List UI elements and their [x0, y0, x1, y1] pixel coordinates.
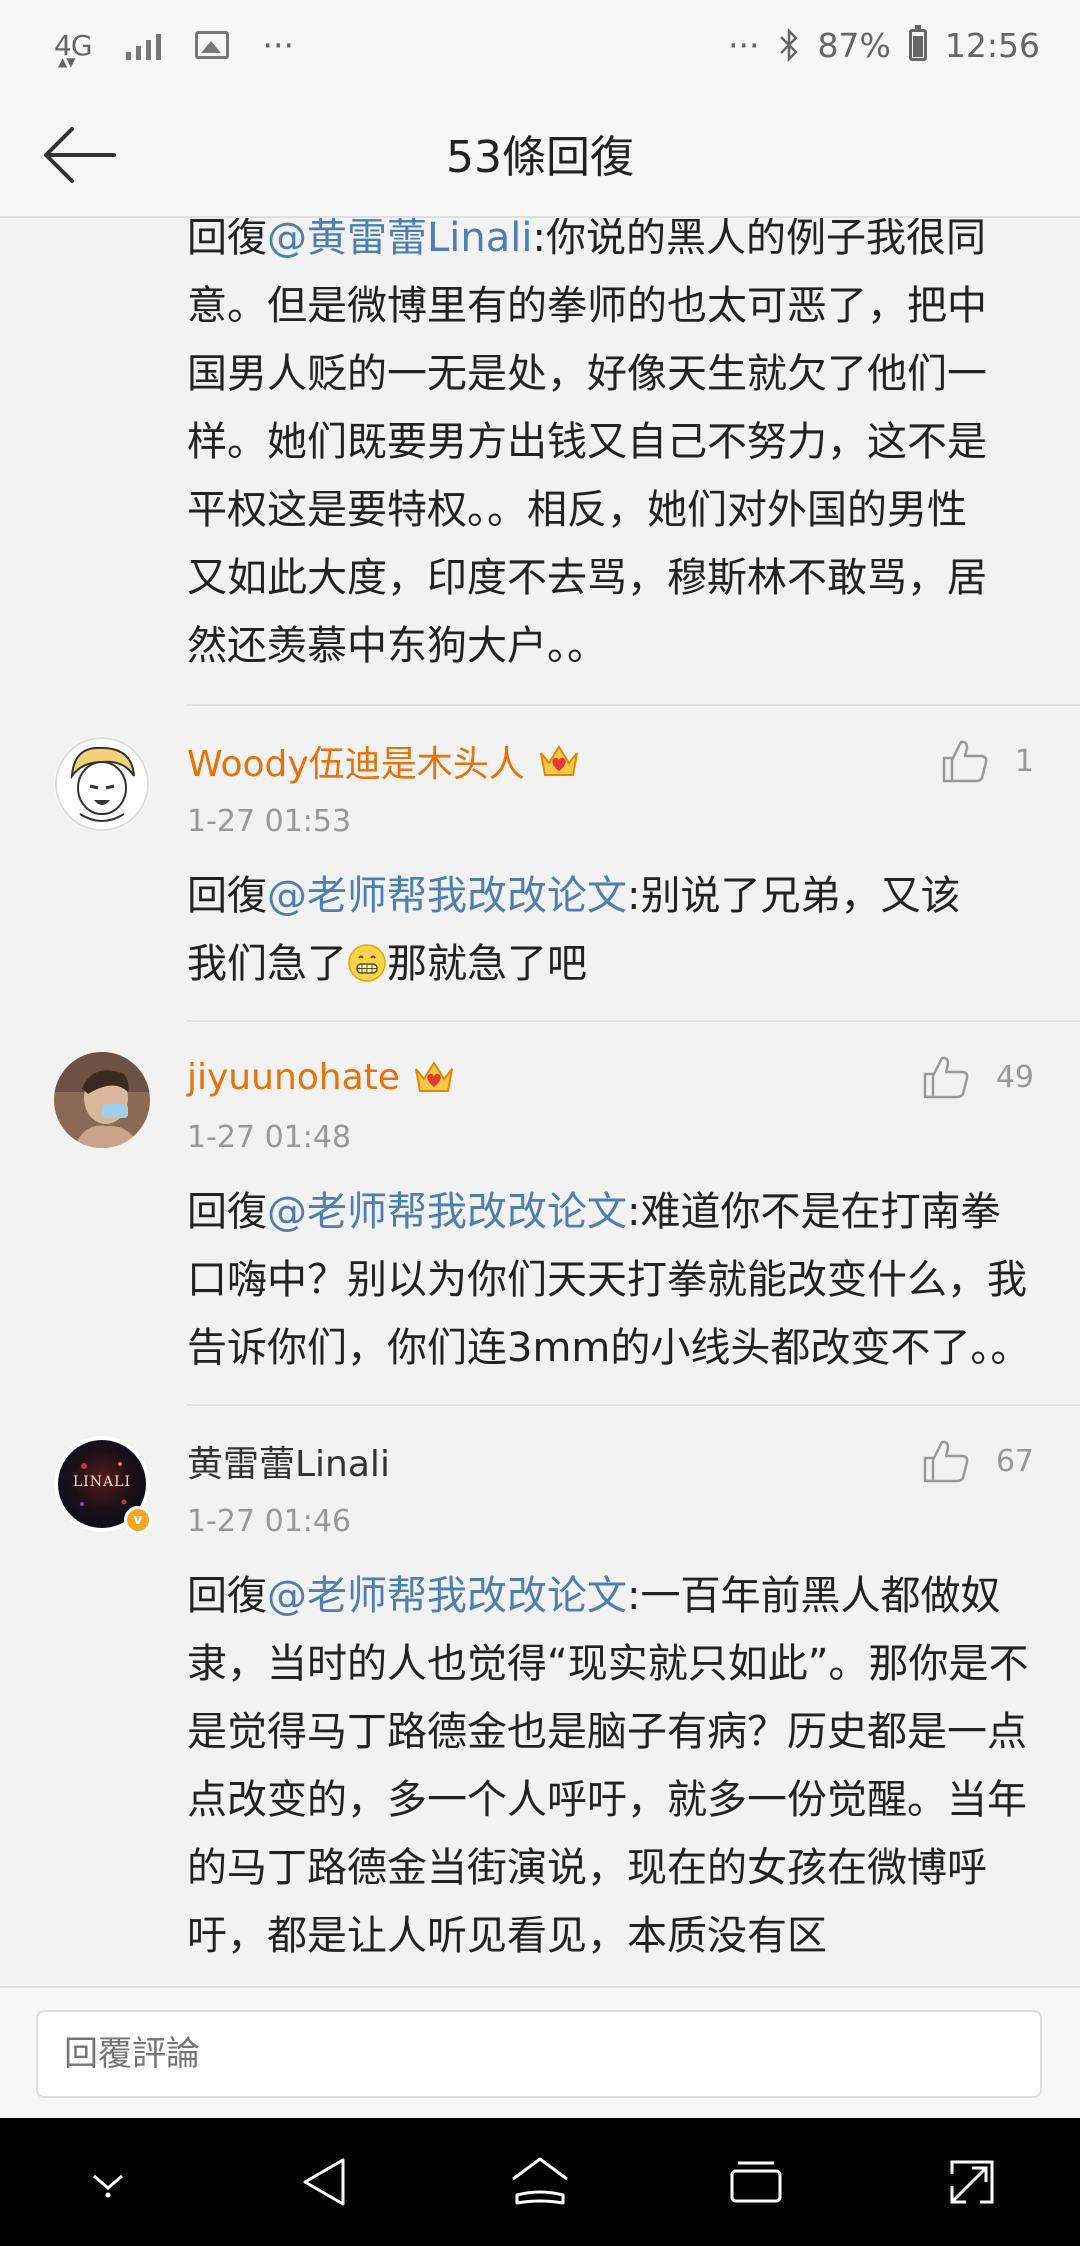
username[interactable]: Woody伍迪是木头人 — [187, 735, 525, 787]
mention-link[interactable]: @黄雷蕾Linali — [267, 218, 533, 261]
comment-text: 样。她们既要男方出钱又自己不努力，这不是 — [187, 419, 987, 465]
clock: 12:56 — [944, 25, 1040, 65]
reply-input[interactable] — [36, 2010, 1042, 2098]
avatar[interactable]: LINALI v — [54, 1436, 152, 1534]
like-count: 67 — [995, 1443, 1034, 1479]
avatar[interactable] — [54, 736, 150, 832]
more-status-icon: ··· — [728, 25, 760, 65]
comment-text: 又如此大度，印度不去骂，穆斯林不敢骂，居 — [187, 555, 987, 601]
crown-badge-icon — [539, 745, 578, 776]
crown-badge-icon — [414, 1061, 453, 1092]
username[interactable]: jiyuunohate — [187, 1057, 400, 1098]
comment-body: 回復@老师帮我改改论文:难道你不是在打南拳口嗨中？别以为你们天天打拳就能改变什么… — [187, 1178, 1034, 1382]
comment-body: 回復@老师帮我改改论文:一百年前黑人都做奴隶，当时的人也觉得“现实就只如此”。那… — [187, 1562, 1034, 1970]
avatar[interactable] — [54, 1052, 150, 1148]
comment-time: 1-27 01:53 — [187, 804, 352, 839]
comment-list[interactable]: 回復@黄雷蕾Linali:你说的黑人的例子我很同 意。但是微博里有的拳师的也太可… — [0, 218, 1080, 1986]
comment-text: 意。但是微博里有的拳师的也太可恶了，把中 — [187, 283, 987, 329]
comment-text: :别说了兄弟，又该 — [627, 873, 961, 919]
partial-comment-body: 回復@黄雷蕾Linali:你说的黑人的例子我很同 意。但是微博里有的拳师的也太可… — [0, 218, 1080, 680]
like-count: 1 — [1014, 743, 1034, 779]
comment-text: :你说的黑人的例子我很同 — [532, 218, 986, 261]
photo-avatar-icon — [54, 1052, 150, 1148]
thumbs-up-icon[interactable] — [922, 1438, 970, 1484]
comment-text: 那就急了吧 — [387, 941, 587, 987]
triangle-back-icon — [303, 2158, 345, 2206]
image-notification-icon — [194, 31, 229, 59]
reply-prefix: 回復 — [187, 1573, 267, 1619]
reply-prefix: 回復 — [187, 1189, 267, 1235]
nav-recents-button[interactable] — [716, 2142, 796, 2222]
signal-icon — [125, 30, 161, 60]
more-notifications-icon: ··· — [262, 25, 294, 65]
battery-icon — [908, 25, 927, 61]
nav-home-button[interactable] — [500, 2142, 580, 2222]
comment-body: 回復@老师帮我改改论文:别说了兄弟，又该 我们急了 那就急了吧 — [187, 862, 1034, 998]
home-icon — [512, 2157, 568, 2205]
app-header: 53條回復 — [0, 90, 1080, 218]
grin-emoji-icon — [348, 944, 386, 982]
nav-back-button[interactable] — [284, 2142, 364, 2222]
recents-icon — [730, 2161, 782, 2203]
mention-link[interactable]: @老师帮我改改论文 — [267, 1573, 627, 1619]
comment-text: :一百年前黑人都做奴隶，当时的人也觉得“现实就只如此”。那你是不是觉得马丁路德金… — [187, 1573, 1029, 1959]
comment-text: 然还羡慕中东狗大户。。 — [187, 623, 607, 669]
hide-nav-button[interactable] — [68, 2142, 148, 2222]
reply-bar — [0, 1986, 1080, 2118]
bluetooth-icon — [779, 28, 798, 62]
arrow-left-icon — [44, 127, 116, 183]
battery-percent: 87% — [817, 25, 891, 65]
comment-text: 国男人贬的一无是处，好像天生就欠了他们一 — [187, 351, 987, 397]
comment-time: 1-27 01:46 — [187, 1504, 352, 1539]
mention-link[interactable]: @老师帮我改改论文 — [267, 873, 627, 919]
username[interactable]: 黄雷蕾Linali — [187, 1435, 390, 1487]
thumbs-up-icon[interactable] — [941, 738, 989, 784]
comment-text: 我们急了 — [187, 941, 347, 987]
comment-item[interactable]: LINALI v 黄雷蕾Linali 67 1-27 01:46 回復@老师帮我… — [0, 1406, 1080, 1986]
avatar-logo-text: LINALI — [72, 1474, 131, 1490]
nav-expand-button[interactable] — [932, 2142, 1012, 2222]
status-bar: 4G ▲▼ ··· ··· 87% 12:56 — [0, 0, 1080, 90]
page-title: 53條回復 — [446, 132, 634, 183]
mention-link[interactable]: @老师帮我改改论文 — [267, 1189, 627, 1235]
thumbs-up-icon[interactable] — [922, 1054, 970, 1100]
verified-badge-icon: v — [124, 1506, 152, 1534]
comment-text: 平权这是要特权。。相反，她们对外国的男性 — [187, 487, 967, 533]
network-4g-icon: 4G ▲▼ — [54, 28, 93, 69]
system-nav-bar — [0, 2118, 1080, 2246]
reply-prefix: 回復 — [187, 218, 267, 261]
back-button[interactable] — [40, 120, 120, 190]
expand-arrow-icon — [950, 2160, 994, 2204]
comment-item[interactable]: Woody伍迪是木头人 1 1-27 01:53 回復@老师帮我改改论文:别说了… — [0, 706, 1080, 1020]
reply-prefix: 回復 — [187, 873, 267, 919]
comment-item[interactable]: jiyuunohate 49 1-27 01:48 回復@老师帮我改改论文:难道… — [0, 1022, 1080, 1404]
cartoon-avatar-icon — [54, 736, 150, 832]
chevron-down-icon — [93, 2174, 123, 2198]
comment-time: 1-27 01:48 — [187, 1120, 352, 1155]
like-count: 49 — [995, 1059, 1034, 1095]
